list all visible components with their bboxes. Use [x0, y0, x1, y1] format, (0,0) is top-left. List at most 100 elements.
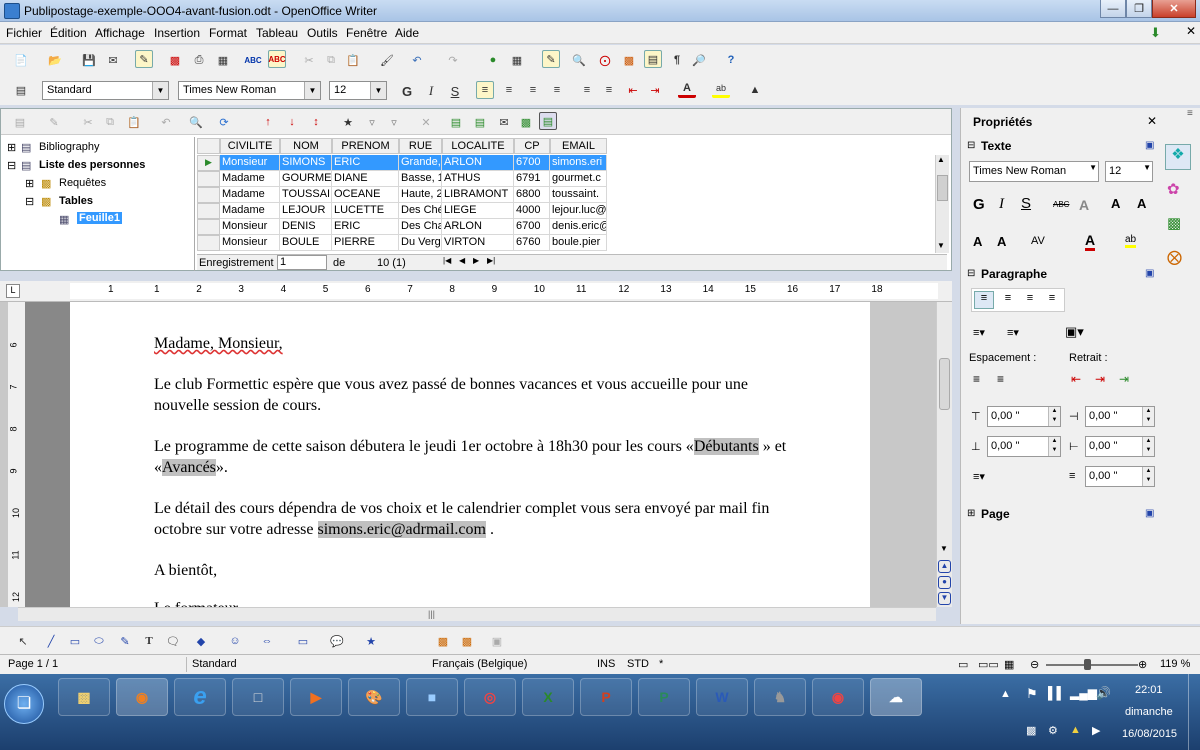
align-center-icon[interactable]: ≡ [500, 81, 518, 99]
edit-mode-icon[interactable]: ✎ [135, 50, 153, 68]
grow-font-icon[interactable]: A [973, 234, 982, 249]
bullets-icon[interactable]: ≡▾ [973, 326, 985, 339]
language[interactable]: Français (Belgique) [432, 658, 527, 670]
data-sources-icon[interactable]: ▤ [644, 50, 662, 68]
expand-icon[interactable]: ⊞ [967, 508, 975, 519]
decrease-indent-icon[interactable]: ⇤ [624, 81, 642, 99]
vertical-ruler[interactable]: 6 7 8 9 10 11 12 [8, 302, 25, 607]
decrease-indent-icon[interactable]: ⇥ [1095, 372, 1105, 386]
media-player-taskbar-icon[interactable]: ▶ [290, 678, 342, 716]
grid-cell[interactable]: LIBRAMONT [442, 187, 514, 203]
above-spacing-input[interactable]: 0,00 " ▲ ▼ [987, 406, 1061, 427]
grid-cell[interactable]: Monsieur [220, 219, 280, 235]
zoom-in-icon[interactable]: ⊕ [1138, 658, 1147, 671]
row-header[interactable] [197, 203, 220, 219]
below-spacing-input[interactable]: 0,00 " ▲ ▼ [987, 436, 1061, 457]
draw-functions-icon[interactable]: ✎ [542, 50, 560, 68]
pane-splitter[interactable] [194, 137, 195, 271]
help-icon[interactable]: ? [722, 51, 740, 69]
styles-formatting-icon[interactable]: ▤ [12, 81, 30, 99]
grid-cell[interactable]: Monsieur [220, 155, 280, 171]
next-record-icon[interactable]: ▶ [473, 256, 479, 265]
align-left-icon[interactable]: ≡ [974, 291, 994, 309]
two-page-view-icon[interactable]: ▭▭ [978, 658, 999, 671]
zoom-out-icon[interactable]: ⊖ [1030, 658, 1039, 671]
openoffice-taskbar-icon[interactable]: ☁ [870, 678, 922, 716]
column-header[interactable]: NOM [280, 138, 332, 154]
row-header[interactable] [197, 235, 220, 251]
grid-cell[interactable]: BOULE [280, 235, 332, 251]
network-icon[interactable]: ▌▌ [1048, 686, 1065, 700]
first-record-icon[interactable]: |◀ [443, 256, 451, 265]
align-right-icon[interactable]: ≡ [524, 81, 542, 99]
row-header[interactable] [197, 219, 220, 235]
zoom-icon[interactable]: 🔎 [690, 51, 708, 69]
document-page[interactable]: Madame, Monsieur, Le club Formettic espè… [70, 302, 870, 607]
scroll-down-icon[interactable]: ▼ [940, 544, 948, 553]
autofilter-icon[interactable]: ★ [339, 113, 357, 131]
document-scrollbar[interactable]: ▼ ▲ ● ▼ [936, 302, 952, 607]
menu-affichage[interactable]: Affichage [95, 26, 145, 40]
grid-cell[interactable]: boule.pier [550, 235, 607, 251]
zoom-level[interactable]: 119 % [1160, 658, 1190, 670]
tree-expand-icon[interactable]: ⊞ [25, 177, 34, 190]
scroll-up-icon[interactable]: ▲ [937, 155, 945, 164]
grid-cell[interactable]: ARLON [442, 219, 514, 235]
print-preview-icon[interactable]: ▦ [214, 51, 232, 69]
first-line-indent-input[interactable]: 0,00 " ▲ ▼ [1085, 466, 1155, 487]
remote-desktop-taskbar-icon[interactable]: □ [232, 678, 284, 716]
redo-icon[interactable]: ↷ [444, 51, 462, 69]
standard-filter-icon[interactable]: ▿ [385, 113, 403, 131]
scroll-down-icon[interactable]: ▼ [937, 241, 945, 250]
clock-date[interactable]: 16/08/2015 [1122, 728, 1177, 740]
grid-cell[interactable]: ERIC [332, 219, 399, 235]
horizontal-ruler[interactable]: L 1 1 2 3 4 5 6 7 8 9 10 11 12 13 14 15 16 17 18 [0, 281, 952, 302]
remove-filter-icon[interactable]: ✕ [417, 113, 435, 131]
menu-edition[interactable]: Édition [50, 26, 87, 40]
grid-cell[interactable]: 6700 [514, 219, 550, 235]
grid-cell[interactable]: Madame [220, 187, 280, 203]
update-icon[interactable]: ⬇ [1150, 25, 1164, 40]
grid-cell[interactable]: Haute, 2 [399, 187, 442, 203]
basic-shapes-icon[interactable]: ◆ [192, 632, 210, 650]
single-page-view-icon[interactable]: ▭ [958, 658, 968, 671]
more-options-icon[interactable]: ▣ [1145, 508, 1154, 519]
sidebar-font-select[interactable]: Times New Roman ▼ [969, 161, 1099, 182]
grid-cell[interactable]: LEJOUR [280, 203, 332, 219]
grid-cell[interactable]: DENIS [280, 219, 332, 235]
freeform-icon[interactable]: ✎ [116, 632, 134, 650]
zoom-slider-thumb[interactable] [1084, 659, 1091, 670]
show-desktop-button[interactable] [1188, 674, 1200, 750]
data-to-fields-icon[interactable]: ▤ [471, 113, 489, 131]
after-indent-input[interactable]: 0,00 " ▲ ▼ [1085, 436, 1155, 457]
grid-cell[interactable]: gourmet.c [550, 171, 607, 187]
tray-icon[interactable]: ▶ [1092, 724, 1100, 737]
grid-cell[interactable]: toussaint. [550, 187, 607, 203]
grid-cell[interactable]: Monsieur [220, 235, 280, 251]
explorer-toggle-icon[interactable]: ▤ [539, 112, 557, 130]
styles-deck-icon[interactable]: ✿ [1167, 180, 1180, 198]
background-color-icon[interactable]: ▲ [746, 81, 764, 99]
strikethrough-icon[interactable]: ABC [1053, 200, 1069, 209]
row-header[interactable] [197, 171, 220, 187]
sort-ascending-icon[interactable]: ↑ [259, 113, 277, 131]
justify-icon[interactable]: ≡ [548, 81, 566, 99]
tray-icon[interactable]: ▲ [1070, 724, 1081, 736]
scroll-thumb[interactable] [939, 358, 950, 410]
tree-item-requetes[interactable]: Requêtes [59, 177, 106, 189]
row-header[interactable] [197, 187, 220, 203]
spacing-increase-icon[interactable]: ≡ [973, 372, 980, 386]
properties-deck-icon[interactable]: ❖ [1165, 144, 1191, 170]
cut-icon[interactable]: ✂ [79, 113, 97, 131]
formatting-marks-icon[interactable]: ¶ [668, 51, 686, 69]
subscript-icon[interactable]: A [1137, 196, 1146, 211]
sidebar-menu-icon[interactable]: ≡ [1187, 108, 1193, 119]
grid-cell[interactable]: Madame [220, 203, 280, 219]
rectangle-icon[interactable]: ▭ [66, 632, 84, 650]
internet-explorer-taskbar-icon[interactable]: e [174, 678, 226, 716]
grid-cell[interactable]: OCEANE [332, 187, 399, 203]
grid-cell[interactable]: TOUSSAI [280, 187, 332, 203]
line-icon[interactable]: ╱ [42, 632, 60, 650]
powerpoint-taskbar-icon[interactable]: P [580, 678, 632, 716]
data-to-text-icon[interactable]: ▤ [447, 113, 465, 131]
